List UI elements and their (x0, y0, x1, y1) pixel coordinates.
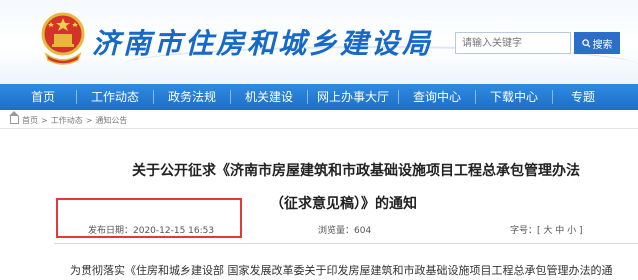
nav-item-download-center[interactable]: 下载中心 (476, 84, 552, 110)
breadcrumb-link-home[interactable]: 首页 (22, 115, 38, 126)
font-size-switcher[interactable]: 字号：[ 大 中 小 ] (510, 223, 582, 236)
search-input[interactable] (455, 32, 571, 54)
breadcrumb-link-work-news[interactable]: 工作动态 (51, 115, 83, 126)
search-icon (581, 38, 591, 48)
site-title: 济南市住房和城乡建设局 (92, 27, 434, 60)
article-body-text: 为贯彻落实《住房和城乡建设部 国家发展改革委关于印发房屋建筑和市政基础设施项目工… (70, 264, 613, 277)
article-title-line-2: （征求意见稿）》的通知 (270, 196, 417, 212)
national-emblem-icon (41, 12, 85, 65)
nav-item-work-news[interactable]: 工作动态 (77, 84, 153, 110)
search-button-label: 搜索 (592, 39, 613, 51)
view-count: 浏览量：604 (318, 226, 372, 236)
site-header: 济南市住房和城乡建设局 搜索 (0, 0, 638, 84)
nav-item-organization[interactable]: 机关建设 (231, 84, 307, 110)
home-icon (9, 111, 19, 124)
breadcrumb-separator: > (85, 115, 93, 125)
breadcrumb: 首页 > 工作动态 > 通知公告 (9, 111, 127, 126)
breadcrumb-link-notices[interactable]: 通知公告 (95, 115, 127, 126)
nav-item-online-services[interactable]: 网上办事大厅 (308, 84, 398, 110)
main-nav: 首页 工作动态 政务法规 机关建设 网上办事大厅 查询中心 下载中心 专题 (0, 84, 638, 110)
article-title-line-1: 关于公开征求《济南市房屋建筑和市政基础设施项目工程总承包管理办法 (132, 163, 580, 179)
nav-item-special-topics[interactable]: 专题 (553, 84, 613, 110)
nav-item-query-center[interactable]: 查询中心 (399, 84, 475, 110)
nav-item-regulations[interactable]: 政务法规 (154, 84, 230, 110)
divider (0, 128, 638, 129)
search-button[interactable]: 搜索 (574, 32, 620, 54)
nav-item-home[interactable]: 首页 (10, 84, 76, 110)
date-highlight-box (56, 198, 242, 238)
breadcrumb-separator: > (41, 115, 48, 125)
divider (54, 243, 638, 244)
